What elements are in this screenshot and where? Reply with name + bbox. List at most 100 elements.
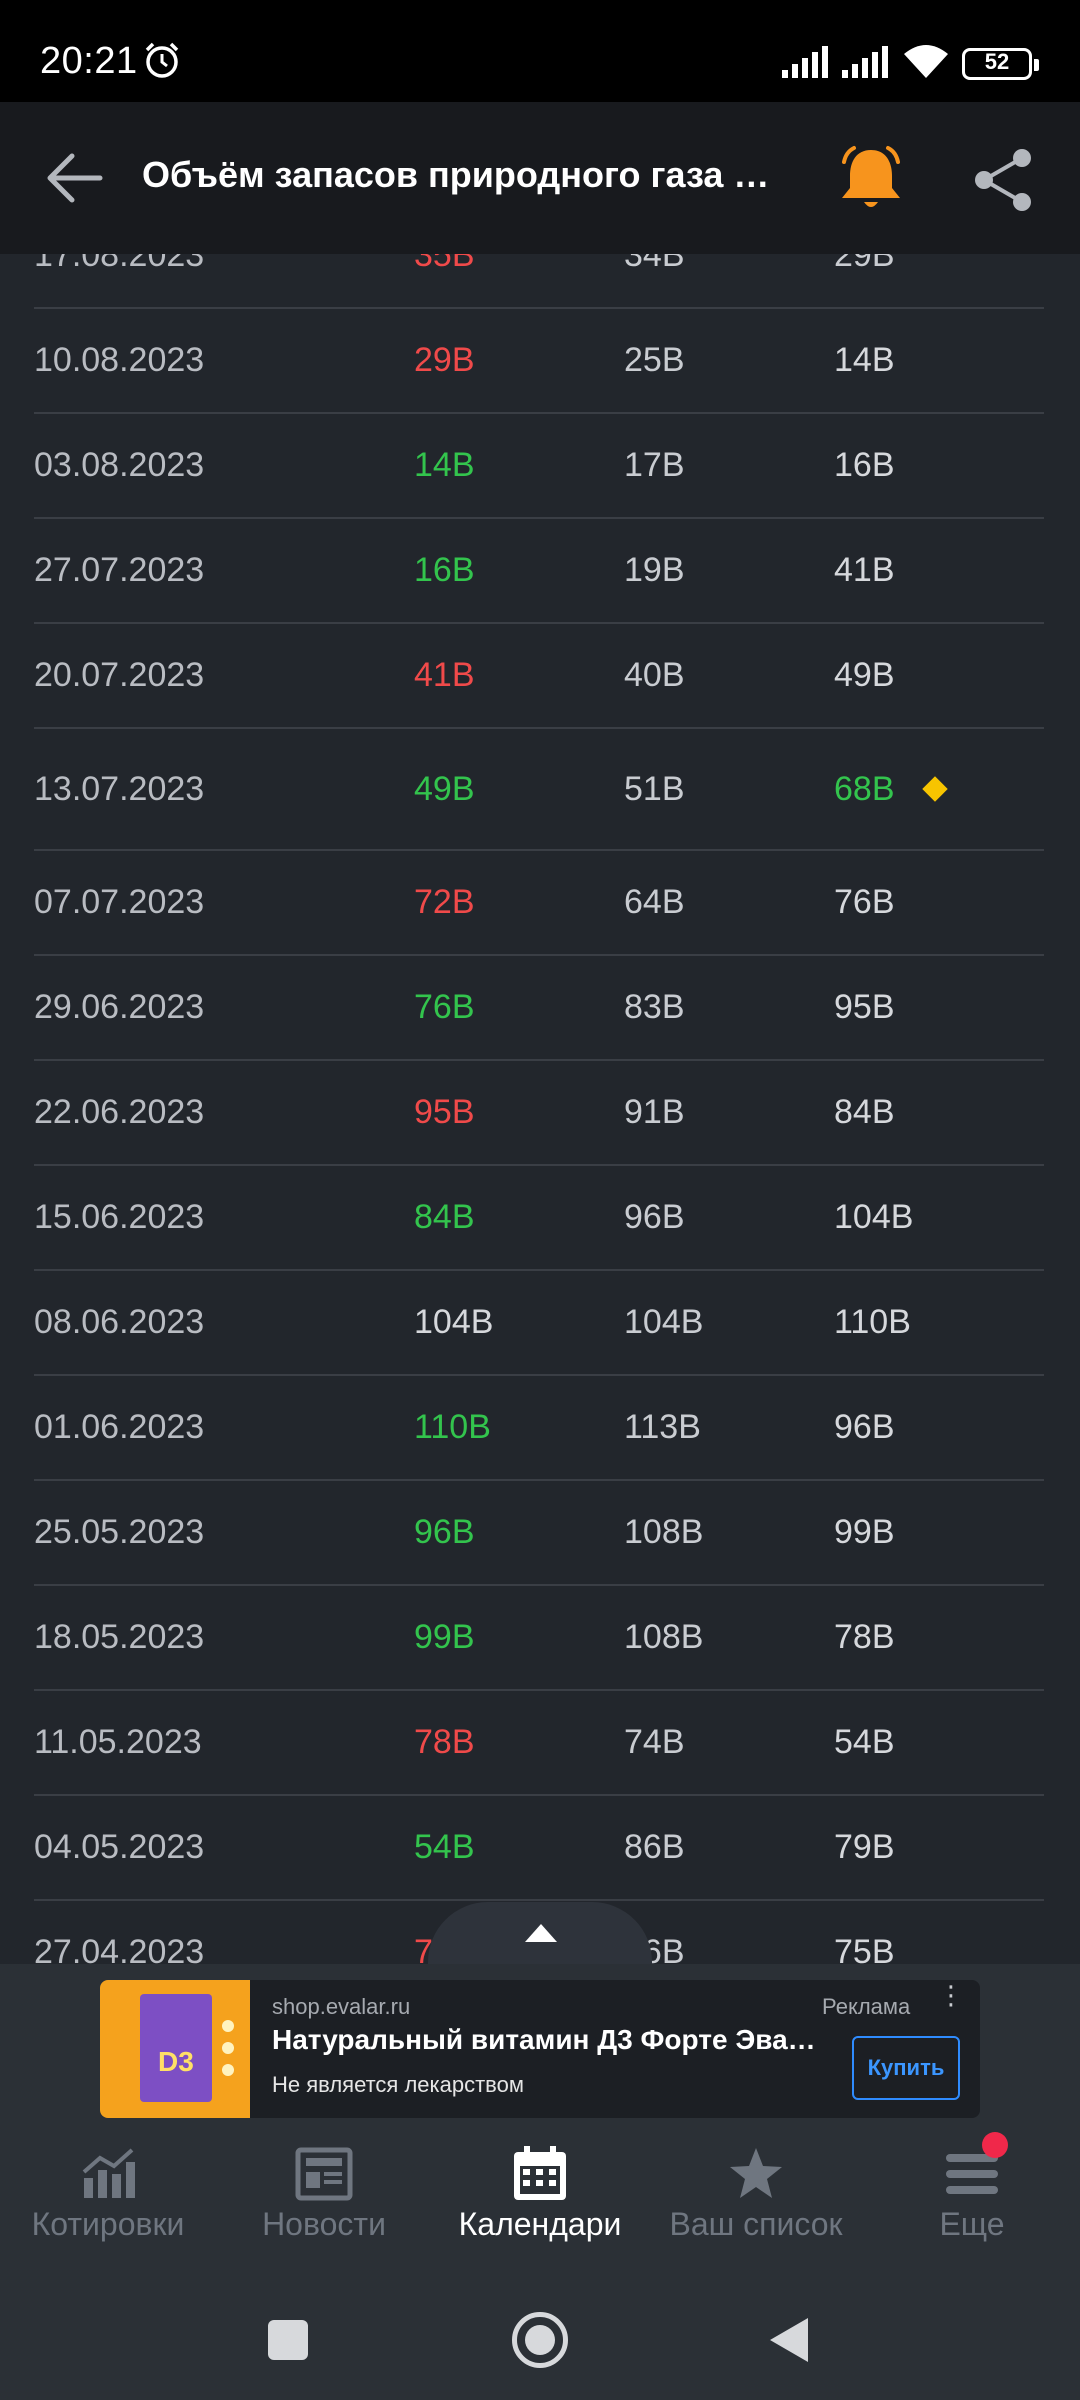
table-row: 01.06.2023 110B 113B 96B xyxy=(34,1376,1044,1481)
table-row: 13.07.2023 49B 51B 68B xyxy=(34,729,1044,851)
row-actual: 99B xyxy=(414,1618,475,1656)
calendar-icon xyxy=(514,2146,566,2200)
row-previous: 68B xyxy=(834,769,895,808)
row-forecast: 91B xyxy=(624,1093,685,1131)
table-row: 25.05.2023 96B 108B 99B xyxy=(34,1481,1044,1586)
newspaper-icon xyxy=(295,2147,353,2201)
row-actual: 95B xyxy=(414,1093,475,1131)
row-forecast: 74B xyxy=(624,1723,685,1761)
row-previous: 104B xyxy=(834,1198,914,1236)
row-previous: 54B xyxy=(834,1723,895,1761)
row-actual: 110B xyxy=(414,1408,491,1446)
row-forecast: 83B xyxy=(624,988,685,1026)
table-row: 15.06.2023 84B 96B 104B xyxy=(34,1166,1044,1271)
row-previous: 14B xyxy=(834,341,895,379)
table-row: 04.05.2023 54B 86B 79B xyxy=(34,1796,1044,1901)
row-previous: 41B xyxy=(834,551,895,589)
nav-item-news[interactable]: Новости xyxy=(216,2134,432,2270)
row-forecast: 64B xyxy=(624,883,685,921)
ad-label: Реклама xyxy=(822,1994,911,2019)
app-header: Объём запасов природного газа в хранилищ… xyxy=(0,102,1080,254)
row-actual: 72B xyxy=(414,883,475,921)
table-row: 03.08.2023 14B 17B 16B xyxy=(34,414,1044,519)
row-forecast: 108B xyxy=(624,1618,704,1656)
row-forecast: 19B xyxy=(624,551,685,589)
ad-headline: Натуральный витамин Д3 Форте Эвалар 600 … xyxy=(272,2024,832,2055)
row-date: 01.06.2023 xyxy=(34,1408,205,1446)
row-previous: 95B xyxy=(834,988,895,1026)
row-date: 27.04.2023 xyxy=(34,1933,205,1964)
row-previous: 78B xyxy=(834,1618,895,1656)
nav-label: Календари xyxy=(458,2206,622,2242)
chevron-up-icon xyxy=(525,1924,557,1942)
table-row: 22.06.2023 95B 91B 84B xyxy=(34,1061,1044,1166)
nav-item-quotes[interactable]: Котировки xyxy=(0,2134,216,2270)
bottom-navigation: Котировки Новости Календари Ваш список Е… xyxy=(0,2134,1080,2270)
more-options-icon[interactable]: ⋮ xyxy=(938,1982,964,2020)
row-date: 18.05.2023 xyxy=(34,1618,205,1656)
row-forecast: 40B xyxy=(624,656,685,694)
revised-diamond-icon[interactable] xyxy=(922,776,948,802)
nav-label: Котировки xyxy=(31,2206,185,2242)
row-actual: 35B xyxy=(414,254,475,274)
row-previous: 16B xyxy=(834,446,895,484)
nav-item-more[interactable]: Еще xyxy=(864,2134,1080,2270)
table-row: 17.08.2023 35B 34B 29B xyxy=(34,254,1044,309)
history-table: 17.08.2023 35B 34B 29B 10.08.2023 29B 25B 1… xyxy=(0,254,1080,1964)
row-actual: 76B xyxy=(414,988,475,1026)
system-navigation xyxy=(0,2270,1080,2400)
row-previous: 79B xyxy=(834,1828,895,1866)
row-date: 03.08.2023 xyxy=(34,446,205,484)
signal-icon-2 xyxy=(842,46,888,78)
row-actual: 104B xyxy=(414,1303,494,1341)
row-date: 07.07.2023 xyxy=(34,883,205,921)
nav-item-calendars[interactable]: Календари xyxy=(432,2134,648,2270)
row-date: 15.06.2023 xyxy=(34,1198,205,1236)
status-time: 20:21 xyxy=(40,40,138,82)
battery-level: 52 xyxy=(984,49,1010,74)
row-date: 04.05.2023 xyxy=(34,1828,205,1866)
share-icon[interactable] xyxy=(970,146,1036,214)
recent-apps-icon[interactable] xyxy=(268,2320,308,2360)
signal-icon xyxy=(782,46,828,78)
row-previous: 75B xyxy=(834,1933,895,1964)
nav-label: Новости xyxy=(262,2206,386,2242)
row-forecast: 113B xyxy=(624,1408,701,1446)
system-back-icon[interactable] xyxy=(770,2318,808,2362)
nav-item-watchlist[interactable]: Ваш список xyxy=(648,2134,864,2270)
row-date: 29.06.2023 xyxy=(34,988,205,1026)
row-previous: 96B xyxy=(834,1408,895,1446)
row-date: 10.08.2023 xyxy=(34,341,205,379)
battery-icon: 52 xyxy=(962,48,1039,80)
table-row: 18.05.2023 99B 108B 78B xyxy=(34,1586,1044,1691)
expand-tab[interactable] xyxy=(428,1902,652,1964)
row-previous: 76B xyxy=(834,883,895,921)
ad-domain: shop.evalar.ru xyxy=(272,1994,411,2019)
row-actual: 54B xyxy=(414,1828,475,1866)
row-forecast: 96B xyxy=(624,1198,685,1236)
page-title: Объём запасов природного газа в хранилищ… xyxy=(142,154,782,195)
home-icon[interactable] xyxy=(512,2312,568,2368)
row-date: 13.07.2023 xyxy=(34,769,205,808)
back-arrow-icon[interactable] xyxy=(44,150,104,206)
row-previous: 49B xyxy=(834,656,895,694)
row-date: 20.07.2023 xyxy=(34,656,205,694)
row-forecast: 86B xyxy=(624,1828,685,1866)
row-forecast: 17B xyxy=(624,446,685,484)
row-forecast: 51B xyxy=(624,769,685,808)
alarm-icon xyxy=(145,42,179,78)
wifi-icon xyxy=(904,45,948,78)
ad-banner[interactable]: D3 shop.evalar.ru Реклама ⋮ Натуральный … xyxy=(100,1980,980,2118)
row-forecast: 104B xyxy=(624,1303,704,1341)
ad-subtext: Не является лекарством xyxy=(272,2072,524,2097)
row-actual: 78B xyxy=(414,1723,475,1761)
row-previous: 84B xyxy=(834,1093,895,1131)
table-row: 20.07.2023 41B 40B 49B xyxy=(34,624,1044,729)
row-previous: 29B xyxy=(834,254,895,274)
ad-buy-button[interactable]: Купить xyxy=(852,2036,960,2100)
bell-icon[interactable] xyxy=(836,144,906,214)
row-forecast: 34B xyxy=(624,254,685,274)
row-actual: 16B xyxy=(414,551,475,589)
row-actual: 96B xyxy=(414,1513,475,1551)
row-forecast: 108B xyxy=(624,1513,704,1551)
